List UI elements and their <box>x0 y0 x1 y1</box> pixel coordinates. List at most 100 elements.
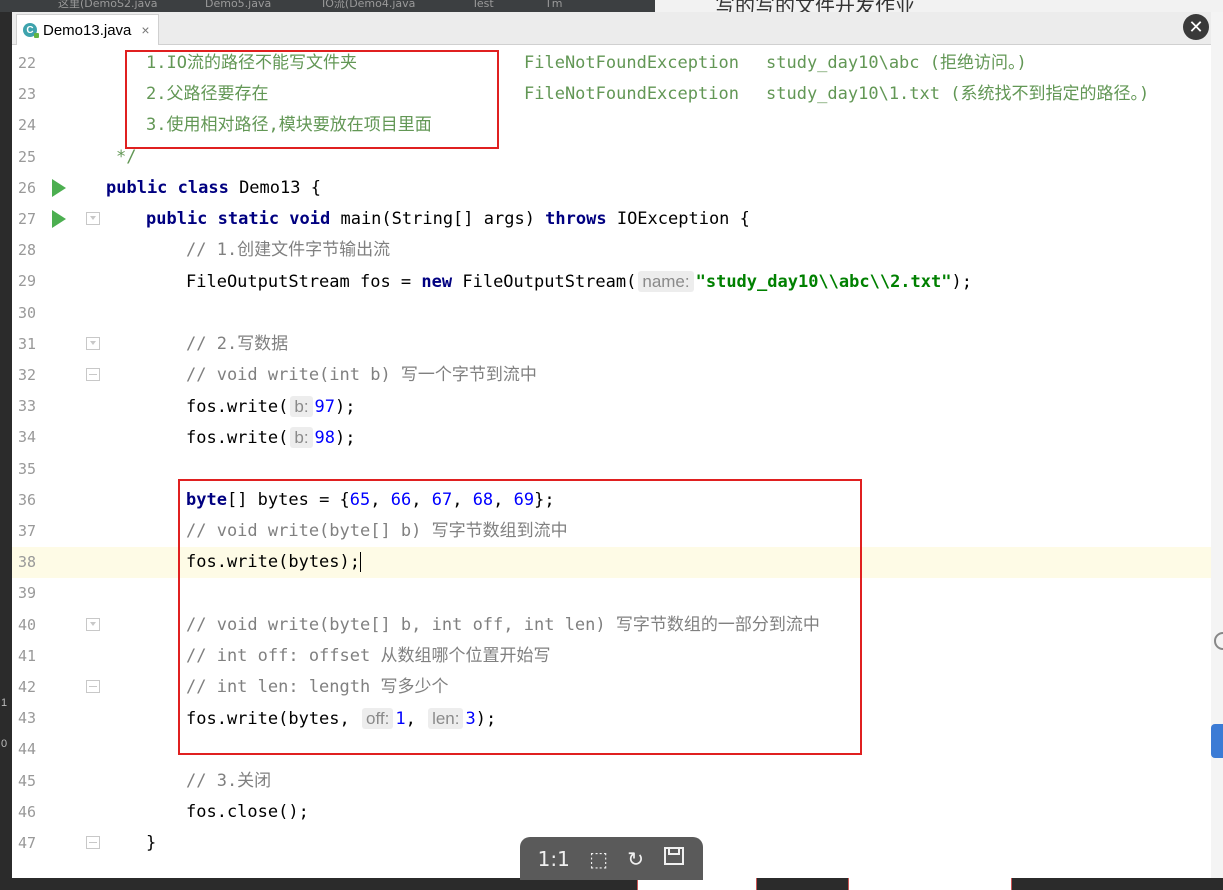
line-number: 47 <box>17 834 36 852</box>
code-text: // int len: length 写多少个 <box>186 677 448 698</box>
gutter-line: 46 <box>12 797 96 828</box>
gutter-line: 47 <box>12 828 100 859</box>
code-line: public static void main(String[] args) t… <box>96 204 1211 235</box>
background-tab: Demo5.java <box>205 0 272 10</box>
code-text: fos.close(); <box>186 802 309 823</box>
gutter-line: 38 <box>12 547 96 579</box>
code-line: // void write(int b) 写一个字节到流中 <box>96 360 1211 391</box>
number-literal: 66 <box>390 489 412 510</box>
number-literal: 69 <box>513 489 535 510</box>
gutter-line: 24 <box>12 110 96 141</box>
gutter-line: 29 <box>12 266 96 297</box>
code-token: ); <box>335 397 356 418</box>
code-line: // 3.关闭 <box>96 766 1211 797</box>
line-number: 40 <box>17 615 36 634</box>
keyword: byte <box>186 489 227 510</box>
number-literal: 65 <box>349 489 371 510</box>
exception-detail: study_day10\1.txt (系统找不到指定的路径。) <box>766 84 1150 105</box>
line-number: 38 <box>17 553 36 572</box>
gutter-line: 37 <box>12 516 96 547</box>
code-text: fos.write(bytes); <box>186 552 361 573</box>
number-literal: 98 <box>314 428 336 449</box>
code-area[interactable]: FileNotFoundException study_day10\abc (拒绝… <box>96 45 1211 878</box>
background-tab: Tm <box>545 0 563 10</box>
line-comment: // 1.创建文件字节输出流 <box>186 240 391 261</box>
code-line: 3.使用相对路径,模块要放在项目里面 <box>96 110 1211 141</box>
background-tab: 这里(DemoS2.java <box>58 0 158 10</box>
code-token: , <box>493 489 514 510</box>
code-token: [] bytes = { <box>226 489 350 510</box>
search-icon <box>1214 632 1223 650</box>
param-hint: len: <box>428 708 464 730</box>
gutter-line: 42 <box>12 672 100 703</box>
code-text: // 1.创建文件字节输出流 <box>186 240 390 261</box>
code-token: ); <box>335 428 356 449</box>
gutter-line: 28 <box>12 235 96 266</box>
line-number: 43 <box>17 709 36 728</box>
code-text: 2.父路径要存在 <box>146 84 268 105</box>
code-token: , <box>452 489 473 510</box>
line-number: 39 <box>17 584 36 603</box>
text-caret <box>360 552 361 573</box>
run-icon[interactable] <box>52 210 66 228</box>
code-token: IOException { <box>606 209 750 229</box>
line-comment: // void write(int b) 写一个字节到流中 <box>186 365 537 385</box>
code-line: // void write(byte[] b) 写字节数组到流中 <box>96 516 1211 547</box>
code-line: fos.write(b: 98); <box>96 422 1211 453</box>
exception-detail: study_day10\abc (拒绝访问。) <box>766 53 1027 73</box>
code-editor-window: C Demo13.java × ✕ 22 23 24 25 26 27 28 29 30 31 32… <box>12 12 1211 878</box>
code-text: // int off: offset 从数组哪个位置开始写 <box>186 646 550 667</box>
background-left-margin: 1 0 <box>0 12 12 878</box>
actual-size-button[interactable]: 1:1 <box>538 847 570 871</box>
exception-name: FileNotFoundException <box>524 84 739 105</box>
code-line: // int len: length 写多少个 <box>96 672 1211 703</box>
gutter-line: 45 <box>12 766 96 797</box>
code-text: public class Demo13 { <box>106 178 321 199</box>
gutter-line: 33 <box>12 391 96 422</box>
gutter-line: 25 <box>12 142 96 173</box>
save-icon[interactable] <box>663 846 685 871</box>
close-icon[interactable]: ✕ <box>1183 14 1209 40</box>
tab-demo13[interactable]: C Demo13.java × <box>16 14 159 45</box>
code-token: fos.close(); <box>186 801 309 822</box>
number-literal: 1 <box>395 709 406 730</box>
doc-comment: 1.IO流的路径不能写文件夹 <box>146 53 357 73</box>
code-line: FileOutputStream fos = new FileOutputStr… <box>96 266 1211 297</box>
number-literal: 67 <box>431 489 453 510</box>
code-token: , <box>411 489 432 510</box>
line-comment: // int off: offset 从数组哪个位置开始写 <box>186 645 551 666</box>
code-token: FileOutputStream( <box>452 272 637 293</box>
line-comment: // 2.写数据 <box>186 333 289 354</box>
code-token: , <box>370 489 391 510</box>
code-line: fos.write(bytes, off: 1, len: 3); <box>96 703 1211 734</box>
param-hint: b: <box>290 427 313 449</box>
line-number: 41 <box>17 646 36 665</box>
line-comment: // int len: length 写多少个 <box>186 677 449 697</box>
line-number: 44 <box>17 740 36 759</box>
code-line: // void write(byte[] b, int off, int len… <box>96 610 1211 641</box>
line-number: 37 <box>17 522 36 540</box>
line-number: 31 <box>17 334 36 353</box>
code-line: public class Demo13 { <box>96 173 1211 204</box>
code-line: fos.close(); <box>96 797 1211 828</box>
code-token: FileOutputStream fos = <box>186 272 422 293</box>
code-text: 3.使用相对路径,模块要放在项目里面 <box>146 115 432 136</box>
code-token: ); <box>951 272 972 293</box>
code-line: */ <box>96 142 1211 173</box>
rotate-icon[interactable]: ↻ <box>627 847 644 871</box>
gutter-line: 23 <box>12 79 96 110</box>
background-tab: Test <box>472 0 494 10</box>
line-number: 22 <box>17 54 36 72</box>
background-tab: IO流(Demo4.java <box>322 0 416 10</box>
code-text: fos.write(b: 98); <box>186 427 356 449</box>
number-literal: 97 <box>314 397 336 418</box>
fit-screen-icon[interactable]: ⬚ <box>589 847 608 871</box>
line-number: 30 <box>17 303 36 322</box>
line-number: 46 <box>17 802 36 821</box>
run-icon[interactable] <box>52 178 66 197</box>
number-literal: 68 <box>472 489 494 510</box>
tab-close-icon[interactable]: × <box>141 22 149 38</box>
line-number: 33 <box>17 397 36 416</box>
